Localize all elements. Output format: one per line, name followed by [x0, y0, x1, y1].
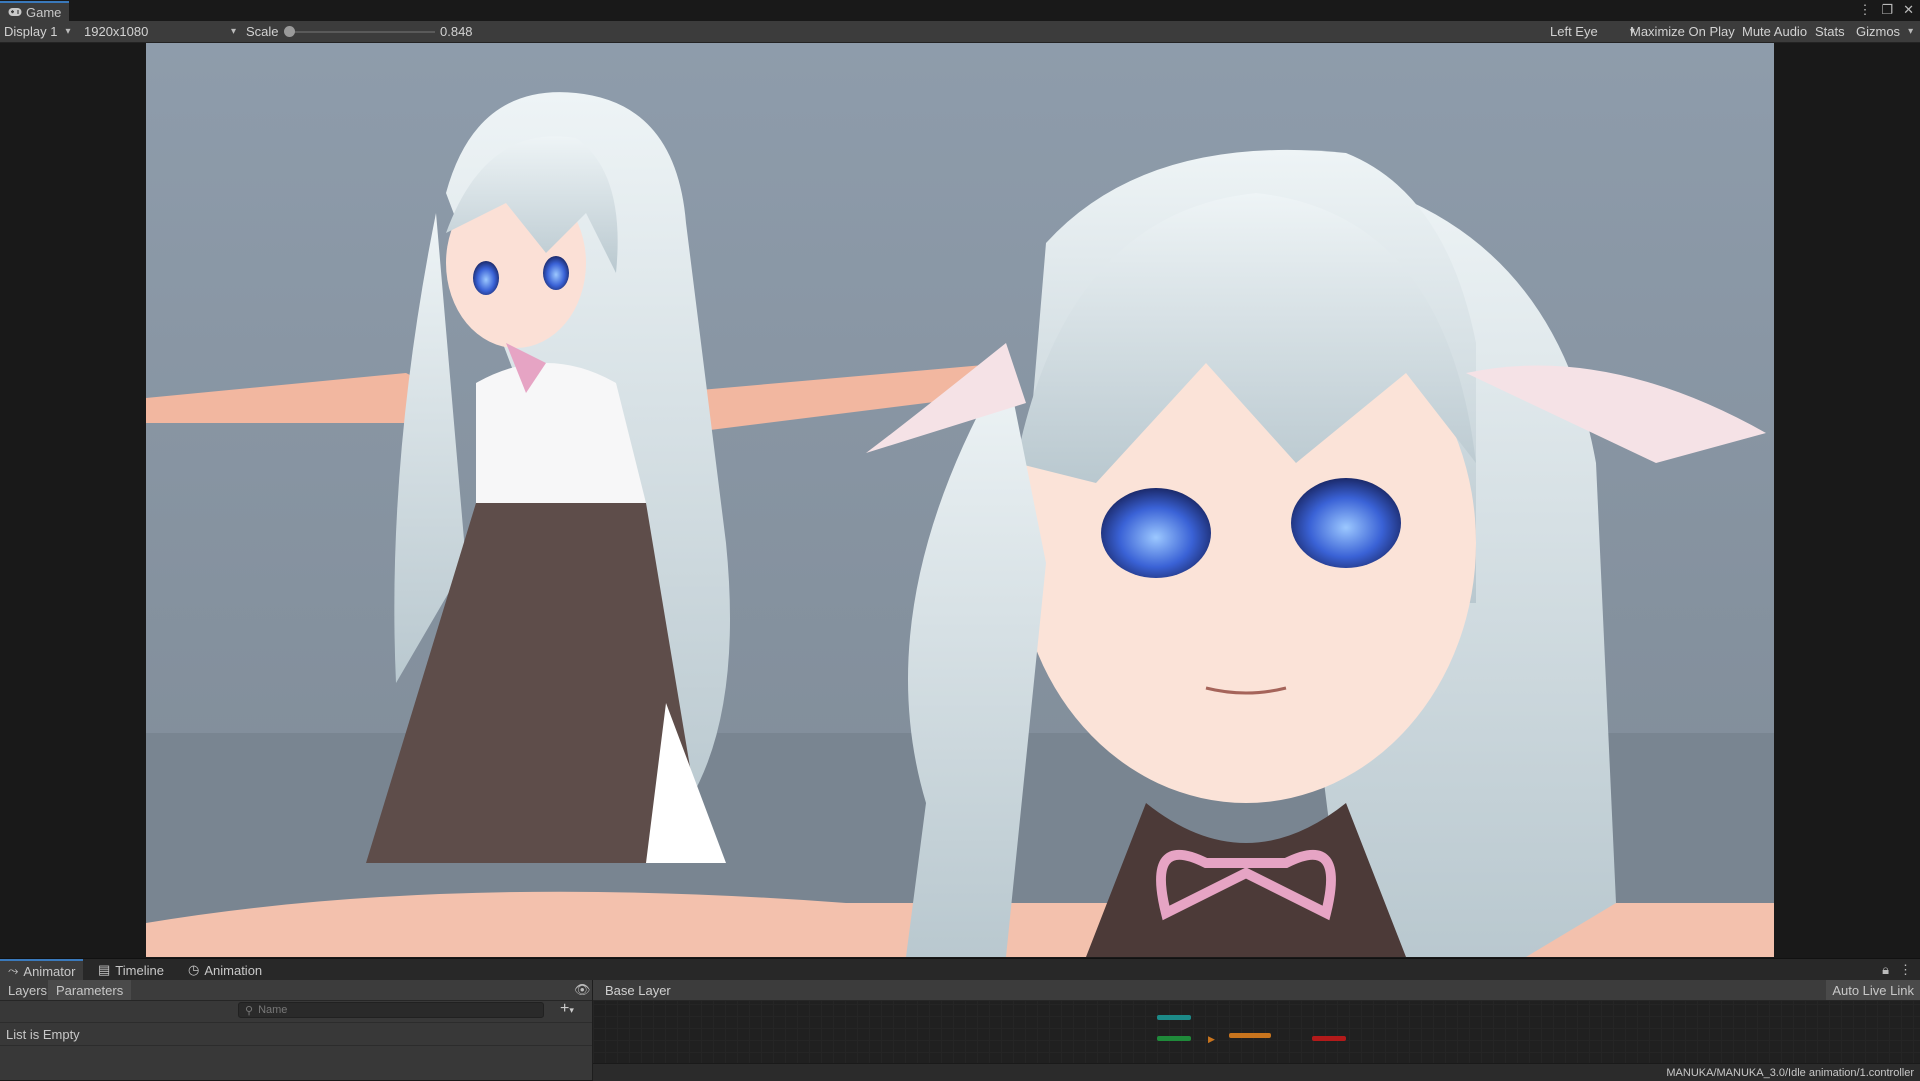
search-placeholder: Name [258, 1004, 288, 1016]
default-state-node[interactable] [1229, 1033, 1271, 1038]
window-tab-bar: Game ⋮ ❐ ✕ [0, 0, 1920, 22]
tab-animation[interactable]: ◷ Animation [180, 959, 270, 981]
gamepad-icon [8, 5, 22, 20]
controller-path: MANUKA/MANUKA_3.0/Idle animation/1.contr… [1666, 1066, 1914, 1079]
scale-label: Scale [246, 24, 279, 39]
tab-game[interactable]: Game [0, 1, 70, 21]
tab-layers[interactable]: Layers [0, 980, 55, 1000]
graph-breadcrumb-bar: Base Layer Auto Live Link [593, 980, 1920, 1001]
scale-slider-track[interactable] [290, 31, 435, 33]
kebab-menu-icon[interactable]: ⋮ [1899, 962, 1912, 978]
entry-node[interactable] [1157, 1036, 1191, 1041]
lock-icon[interactable]: 🔒︎ [1882, 962, 1889, 978]
tab-animator[interactable]: ⤳ Animator [0, 959, 84, 981]
mute-audio-toggle[interactable]: Mute Audio [1742, 21, 1807, 42]
scale-slider-handle[interactable] [284, 26, 295, 37]
window-controls: ⋮ ❐ ✕ [1858, 2, 1914, 18]
any-state-node[interactable] [1157, 1015, 1191, 1020]
panel-controls: 🔒︎ ⋮ [1882, 962, 1912, 978]
transition-arrow-icon: ▶ [1208, 1034, 1215, 1044]
breadcrumb-base-layer[interactable]: Base Layer [599, 980, 677, 1000]
chevron-down-icon: ▾ [230, 26, 236, 37]
gizmos-label: Gizmos [1856, 24, 1901, 39]
animator-parameters-panel: Layers Parameters 👁︎ ⚲ Name +▾ List is E… [0, 980, 593, 1080]
parameter-search-input[interactable]: ⚲ Name [238, 1002, 544, 1018]
maximize-icon[interactable]: ❐ [1881, 2, 1893, 18]
avatar-render [146, 43, 1774, 957]
timeline-icon: ▤ [98, 962, 111, 977]
animation-clock-icon: ◷ [188, 962, 200, 977]
auto-live-link-toggle[interactable]: Auto Live Link [1826, 980, 1920, 1000]
kebab-menu-icon[interactable]: ⋮ [1858, 2, 1871, 18]
animator-icon: ⤳ [8, 963, 19, 978]
game-viewport[interactable] [146, 43, 1774, 957]
animator-subtabs: Layers Parameters 👁︎ [0, 980, 592, 1001]
resolution-label: 1920x1080 [84, 24, 149, 39]
resolution-dropdown[interactable]: 1920x1080 ▾ [84, 21, 236, 42]
bottom-tab-bar: ⤳ Animator ▤ Timeline ◷ Animation 🔒︎ ⋮ [0, 958, 1920, 981]
scale-value: 0.848 [440, 24, 473, 39]
gizmos-dropdown[interactable]: Gizmos [1856, 21, 1913, 42]
tab-timeline-label: Timeline [115, 962, 164, 978]
eye-dropdown-label: Left Eye [1550, 24, 1598, 39]
display-dropdown-label: Display 1 [4, 24, 58, 39]
eye-icon[interactable]: 👁︎ [574, 982, 591, 998]
tab-parameters[interactable]: Parameters [48, 980, 132, 1000]
tab-animator-label: Animator [23, 963, 76, 979]
eye-dropdown[interactable]: Left Eye [1550, 21, 1635, 42]
maximize-on-play-toggle[interactable]: Maximize On Play [1630, 21, 1735, 42]
exit-node[interactable] [1312, 1036, 1346, 1041]
close-icon[interactable]: ✕ [1903, 2, 1914, 18]
parameters-empty-message: List is Empty [0, 1022, 592, 1046]
chevron-down-icon: ▾ [569, 1005, 574, 1015]
controller-path-bar: MANUKA/MANUKA_3.0/Idle animation/1.contr… [593, 1063, 1920, 1081]
tab-animation-label: Animation [204, 962, 263, 978]
display-dropdown[interactable]: Display 1 [4, 21, 71, 42]
add-parameter-button[interactable]: +▾ [560, 1000, 574, 1018]
tab-game-label: Game [26, 4, 62, 20]
stats-toggle[interactable]: Stats [1815, 21, 1845, 42]
search-icon: ⚲ [245, 1004, 254, 1017]
tab-timeline[interactable]: ▤ Timeline [90, 959, 172, 981]
